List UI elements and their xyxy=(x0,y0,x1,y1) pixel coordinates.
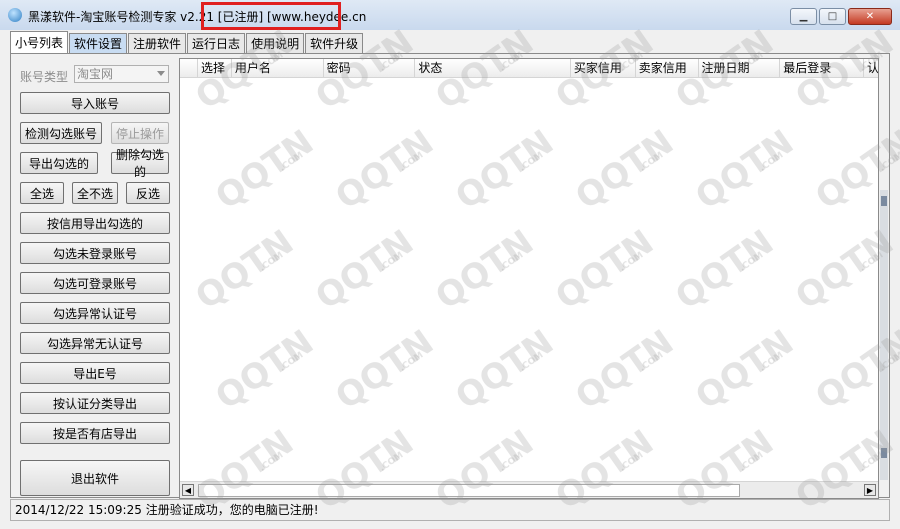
select-abnormal-cert-button[interactable]: 勾选异常认证号 xyxy=(20,302,170,324)
status-timestamp: 2014/12/22 15:09:25 xyxy=(15,503,142,517)
account-type-value: 淘宝网 xyxy=(77,67,114,81)
select-not-login-button[interactable]: 勾选未登录账号 xyxy=(20,242,170,264)
col-header-buyer-credit[interactable]: 买家信用 xyxy=(571,59,636,77)
col-header-username[interactable]: 用户名 xyxy=(232,59,324,77)
tab-strip: 小号列表 软件设置 注册软件 运行日志 使用说明 软件升级 xyxy=(10,31,364,54)
scroll-left-icon[interactable]: ◀ xyxy=(182,484,194,496)
select-abnormal-no-cert-button[interactable]: 勾选异常无认证号 xyxy=(20,332,170,354)
col-header-last-login[interactable]: 最后登录 xyxy=(780,59,865,77)
tab-upgrade[interactable]: 软件升级 xyxy=(305,33,364,54)
status-message: 注册验证成功，您的电脑已注册! xyxy=(145,503,319,517)
account-type-label: 账号类型 xyxy=(20,70,69,84)
col-header-select[interactable]: 选择 xyxy=(198,59,232,77)
close-button[interactable]: ✕ xyxy=(848,8,892,25)
col-header-status[interactable]: 状态 xyxy=(415,59,571,77)
export-by-cert-button[interactable]: 按认证分类导出 xyxy=(20,392,170,414)
title-bar: 黑漾软件-淘宝账号检测专家 v2.21 [已注册] [www.heydee.cn… xyxy=(0,0,900,30)
chevron-down-icon xyxy=(157,71,165,76)
tab-software-settings[interactable]: 软件设置 xyxy=(69,33,128,54)
export-by-credit-button[interactable]: 按信用导出勾选的 xyxy=(20,212,170,234)
account-type-select[interactable]: 淘宝网 xyxy=(74,65,169,83)
select-none-button[interactable]: 全不选 xyxy=(72,182,118,204)
maximize-button[interactable]: □ xyxy=(819,8,846,25)
exit-button[interactable]: 退出软件 xyxy=(20,460,170,496)
status-bar: 2014/12/22 15:09:25 注册验证成功，您的电脑已注册! xyxy=(10,499,890,521)
highlight-box xyxy=(201,2,341,30)
window-title-name: 黑漾软件-淘宝账号检测专家 v2.21 xyxy=(28,10,214,24)
tab-register[interactable]: 注册软件 xyxy=(128,33,187,54)
col-header-register-date[interactable]: 注册日期 xyxy=(699,59,781,77)
export-selected-button[interactable]: 导出勾选的 xyxy=(20,152,98,174)
select-loginable-button[interactable]: 勾选可登录账号 xyxy=(20,272,170,294)
col-header-seller-credit[interactable]: 卖家信用 xyxy=(636,59,699,77)
window-controls: ▁ □ ✕ xyxy=(788,8,892,25)
grid-corner xyxy=(180,59,198,77)
account-grid[interactable]: 选择 用户名 密码 状态 买家信用 卖家信用 注册日期 最后登录 认 ◀ ▶ xyxy=(179,58,879,499)
delete-selected-button[interactable]: 删除勾选的 xyxy=(111,148,169,179)
export-e-button[interactable]: 导出E号 xyxy=(20,362,170,384)
check-selected-button[interactable]: 检测勾选账号 xyxy=(20,122,102,144)
scroll-marker xyxy=(881,448,887,458)
app-icon xyxy=(8,8,22,22)
scroll-marker xyxy=(881,196,887,206)
tab-account-list[interactable]: 小号列表 xyxy=(10,31,69,54)
col-header-password[interactable]: 密码 xyxy=(324,59,416,77)
grid-header: 选择 用户名 密码 状态 买家信用 卖家信用 注册日期 最后登录 认 xyxy=(180,59,878,78)
export-by-shop-button[interactable]: 按是否有店导出 xyxy=(20,422,170,444)
stop-button[interactable]: 停止操作 xyxy=(111,122,169,144)
select-all-button[interactable]: 全选 xyxy=(20,182,64,204)
minimize-button[interactable]: ▁ xyxy=(790,8,817,25)
invert-selection-button[interactable]: 反选 xyxy=(126,182,170,204)
col-header-cert[interactable]: 认 xyxy=(864,59,878,77)
horizontal-scrollbar[interactable]: ◀ ▶ xyxy=(180,481,878,498)
scroll-thumb[interactable] xyxy=(198,484,740,497)
tab-help[interactable]: 使用说明 xyxy=(246,33,305,54)
tab-run-log[interactable]: 运行日志 xyxy=(187,33,246,54)
side-scroll-strip[interactable] xyxy=(880,190,888,480)
import-accounts-button[interactable]: 导入账号 xyxy=(20,92,170,114)
scroll-right-icon[interactable]: ▶ xyxy=(864,484,876,496)
